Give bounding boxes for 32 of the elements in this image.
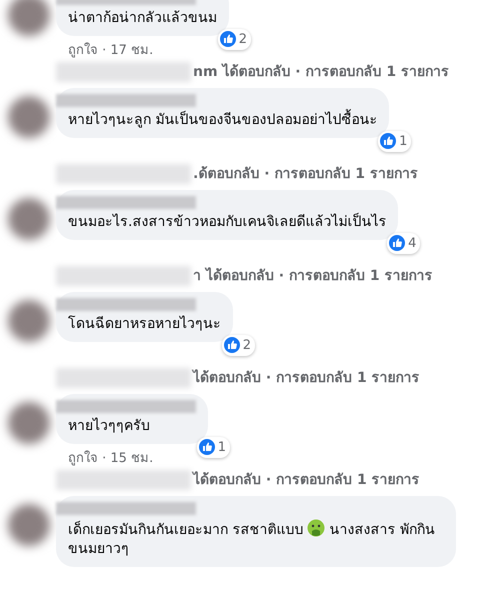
reaction-count[interactable]: 2 xyxy=(222,334,255,356)
replies-link[interactable]: ได้ตอบกลับ · การตอบกลับ 1 รายการ xyxy=(193,368,420,388)
replies-link[interactable]: .ด้ตอบกลับ · การตอบกลับ 1 รายการ xyxy=(193,164,418,184)
sick-face-icon xyxy=(307,519,326,537)
reaction-count[interactable]: 1 xyxy=(378,130,412,152)
avatar[interactable] xyxy=(8,504,50,546)
like-icon xyxy=(224,337,240,354)
replies-link[interactable]: า ได้ตอบกลับ · การตอบกลับ 1 รายการ xyxy=(193,266,432,286)
avatar[interactable] xyxy=(8,0,50,36)
avatar[interactable] xyxy=(8,198,50,240)
comment-text: นางสงสาร พักกิน xyxy=(329,521,435,540)
comment-meta: ถูกใจ · 17 ชม. xyxy=(68,43,154,58)
like-icon xyxy=(220,31,236,48)
like-icon xyxy=(389,235,406,252)
comment-text: ขนมอะไร.สงสารข้าวหอมกับเคนจิเลยดีแล้วไม่เป็นไร xyxy=(68,213,386,232)
comment-meta: ถูกใจ · 15 ชม. xyxy=(68,451,154,466)
replies-link[interactable]: ได้ตอบกลับ · การตอบกลับ 1 รายการ xyxy=(193,470,420,490)
comment-text: น่าตาก้อน่ากลัวแล้วขนม xyxy=(68,9,217,28)
reaction-count[interactable]: 4 xyxy=(387,232,420,254)
avatar[interactable] xyxy=(8,402,50,444)
comment-text: ขนมยาวๆ xyxy=(68,540,129,559)
reaction-count[interactable]: 2 xyxy=(218,28,251,50)
avatar[interactable] xyxy=(8,96,50,138)
like-icon xyxy=(198,439,215,456)
comment-text: เด็กเยอรมันกินกันเยอะมาก รสชาติแบบ xyxy=(68,521,304,540)
avatar[interactable] xyxy=(8,300,50,342)
reaction-count[interactable]: 1 xyxy=(196,436,230,458)
comment-text: หายไวๆนะลูก มันเป็นของจีนของปลอมอย่าไปซื้อนะ xyxy=(68,111,378,130)
comment-text: โดนฉีดยาหรอหายไวๆนะ xyxy=(68,315,221,334)
replies-link[interactable]: nm ได้ตอบกลับ · การตอบกลับ 1 รายการ xyxy=(193,62,449,82)
like-icon xyxy=(380,133,396,150)
comment-text: หายไวๆๆครับ xyxy=(68,417,150,436)
